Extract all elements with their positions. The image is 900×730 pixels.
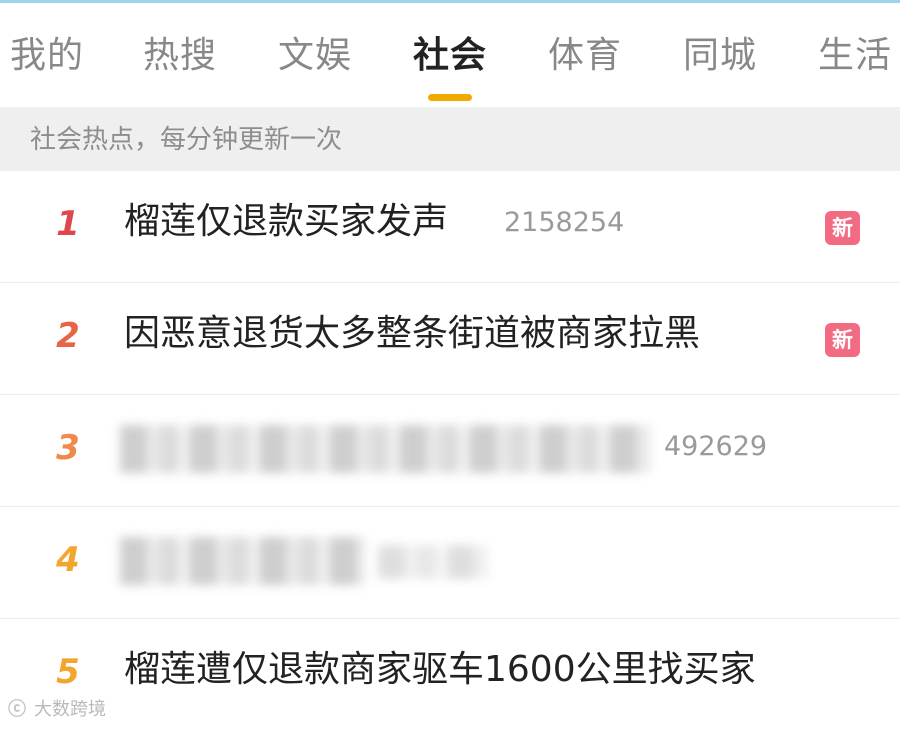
list-item[interactable]: 4: [0, 507, 900, 620]
tab-society[interactable]: 社会: [413, 33, 487, 79]
rank-number: 1: [56, 204, 80, 244]
topic-title[interactable]: 榴莲遭仅退款商家驱车1600公里找买家: [124, 645, 756, 695]
list-item[interactable]: 2 因恶意退货太多整条街道被商家拉黑 新: [0, 283, 900, 396]
blurred-topic-title: [120, 425, 650, 473]
watermark-logo-icon: ⓒ: [8, 699, 26, 720]
tab-hot-search[interactable]: 热搜: [143, 33, 217, 79]
rank-number: 5: [56, 652, 80, 692]
rank-number: 2: [56, 316, 80, 356]
list-item[interactable]: 5 榴莲遭仅退款商家驱车1600公里找买家: [0, 619, 900, 730]
list-item[interactable]: 1 榴莲仅退款买家发声 2158254 新: [0, 171, 900, 284]
new-badge: 新: [825, 211, 860, 245]
update-notice-text: 社会热点，每分钟更新一次: [30, 125, 343, 155]
tab-local[interactable]: 同城: [683, 33, 757, 79]
heat-count: 492629: [664, 431, 768, 462]
blurred-heat-count: [378, 545, 488, 579]
active-tab-indicator: [428, 94, 472, 101]
rank-number: 3: [56, 428, 80, 468]
blurred-topic-title: [120, 537, 365, 585]
watermark: ⓒ 大数跨境: [8, 698, 106, 722]
list-item[interactable]: 3 492629: [0, 395, 900, 508]
new-badge: 新: [825, 323, 860, 357]
rank-number: 4: [56, 540, 80, 580]
update-notice-bar: 社会热点，每分钟更新一次: [0, 107, 900, 171]
topic-title[interactable]: 因恶意退货太多整条街道被商家拉黑: [124, 309, 700, 359]
tab-entertainment[interactable]: 文娱: [278, 33, 352, 79]
tab-mine[interactable]: 我的: [10, 33, 84, 79]
topic-title[interactable]: 榴莲仅退款买家发声: [124, 197, 448, 247]
tab-sports[interactable]: 体育: [548, 33, 622, 79]
heat-count: 2158254: [504, 207, 625, 238]
category-tab-bar: 我的 热搜 文娱 社会 体育 同城 生活: [0, 3, 900, 107]
tab-life[interactable]: 生活: [818, 33, 892, 79]
watermark-text: 大数跨境: [34, 699, 106, 720]
